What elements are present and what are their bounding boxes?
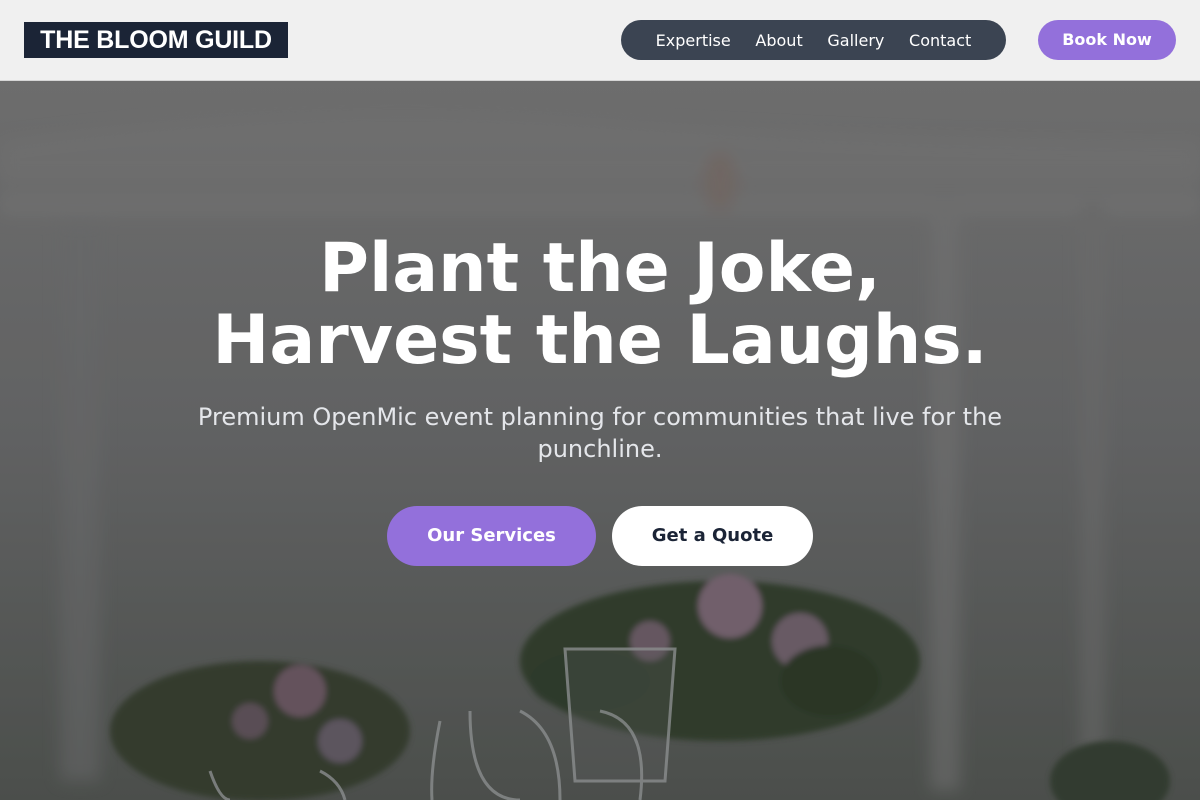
site-header: THE BLOOM GUILD Expertise About Gallery … bbox=[0, 0, 1200, 81]
hero-headline-line-2: Harvest the Laughs. bbox=[212, 301, 988, 380]
book-now-button[interactable]: Book Now bbox=[1038, 20, 1176, 60]
hero-headline-line-1: Plant the Joke, bbox=[319, 229, 881, 308]
hero-section: Plant the Joke, Harvest the Laughs. Prem… bbox=[0, 81, 1200, 800]
nav-link-about[interactable]: About bbox=[755, 31, 802, 50]
nav-link-expertise[interactable]: Expertise bbox=[656, 31, 731, 50]
hero-subline: Premium OpenMic event planning for commu… bbox=[197, 403, 1003, 463]
nav-link-gallery[interactable]: Gallery bbox=[827, 31, 884, 50]
get-a-quote-button[interactable]: Get a Quote bbox=[612, 506, 813, 566]
logo[interactable]: THE BLOOM GUILD bbox=[24, 22, 288, 58]
hero-headline: Plant the Joke, Harvest the Laughs. bbox=[100, 233, 1100, 377]
our-services-button[interactable]: Our Services bbox=[387, 506, 596, 566]
main-nav: Expertise About Gallery Contact bbox=[621, 20, 1006, 60]
nav-link-contact[interactable]: Contact bbox=[909, 31, 971, 50]
